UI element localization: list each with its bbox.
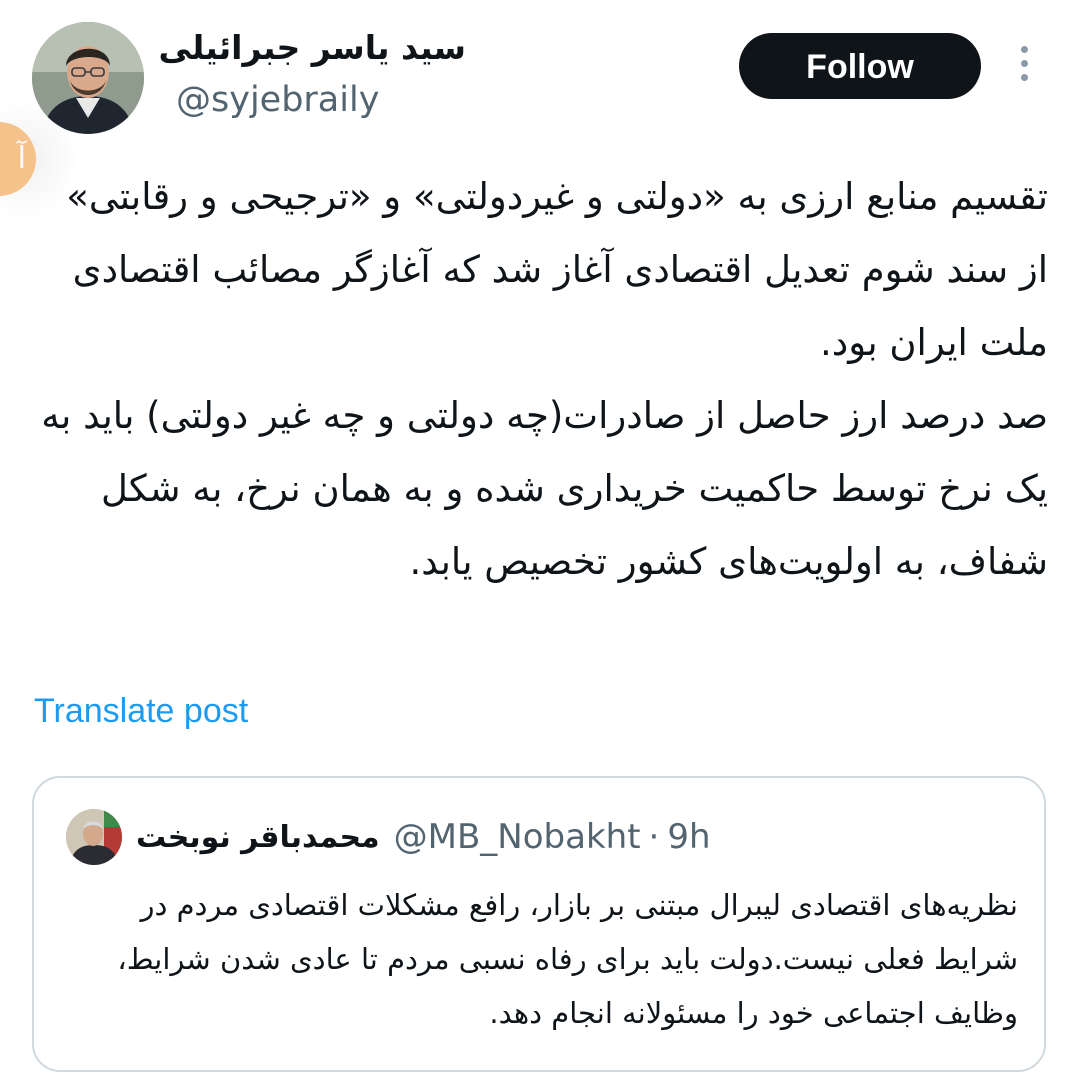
post-paragraph: تقسیم منابع ارزی به «دولتی و غیردولتی» و… bbox=[66, 175, 1048, 364]
translate-post-link[interactable]: Translate post bbox=[34, 692, 248, 731]
quoted-post-text: نظریه‌های اقتصادی لیبرال مبتنی بر بازار،… bbox=[117, 888, 1018, 1030]
quoted-post-time[interactable]: 9h bbox=[667, 817, 710, 857]
more-vertical-icon[interactable] bbox=[1014, 46, 1034, 88]
dot-separator: · bbox=[648, 817, 660, 857]
post-paragraph: صد درصد ارز حاصل از صادرات(چه دولتی و چه… bbox=[41, 394, 1048, 583]
quoted-author-handle[interactable]: @MB_Nobakht bbox=[394, 817, 641, 857]
author-avatar-image bbox=[32, 22, 144, 134]
author-name[interactable]: سید یاسر جبرائیلی bbox=[158, 28, 466, 67]
author-handle[interactable]: @syjebraily bbox=[176, 80, 379, 120]
quoted-author-avatar-image bbox=[66, 809, 122, 865]
quoted-author-avatar[interactable] bbox=[66, 809, 122, 865]
quoted-post-header: محمدباقر نوبخت @MB_Nobakht · 9h bbox=[66, 808, 711, 866]
author-avatar[interactable] bbox=[32, 22, 144, 134]
follow-button[interactable]: Follow bbox=[739, 33, 981, 99]
post-view: آ سید یاسر جبرائیلی @syjebraily Follow ت… bbox=[0, 0, 1080, 1079]
post-text: تقسیم منابع ارزی به «دولتی و غیردولتی» و… bbox=[32, 160, 1048, 598]
quoted-author-name[interactable]: محمدباقر نوبخت bbox=[136, 820, 380, 855]
quoted-post[interactable]: محمدباقر نوبخت @MB_Nobakht · 9h نظریه‌ها… bbox=[32, 776, 1046, 1072]
